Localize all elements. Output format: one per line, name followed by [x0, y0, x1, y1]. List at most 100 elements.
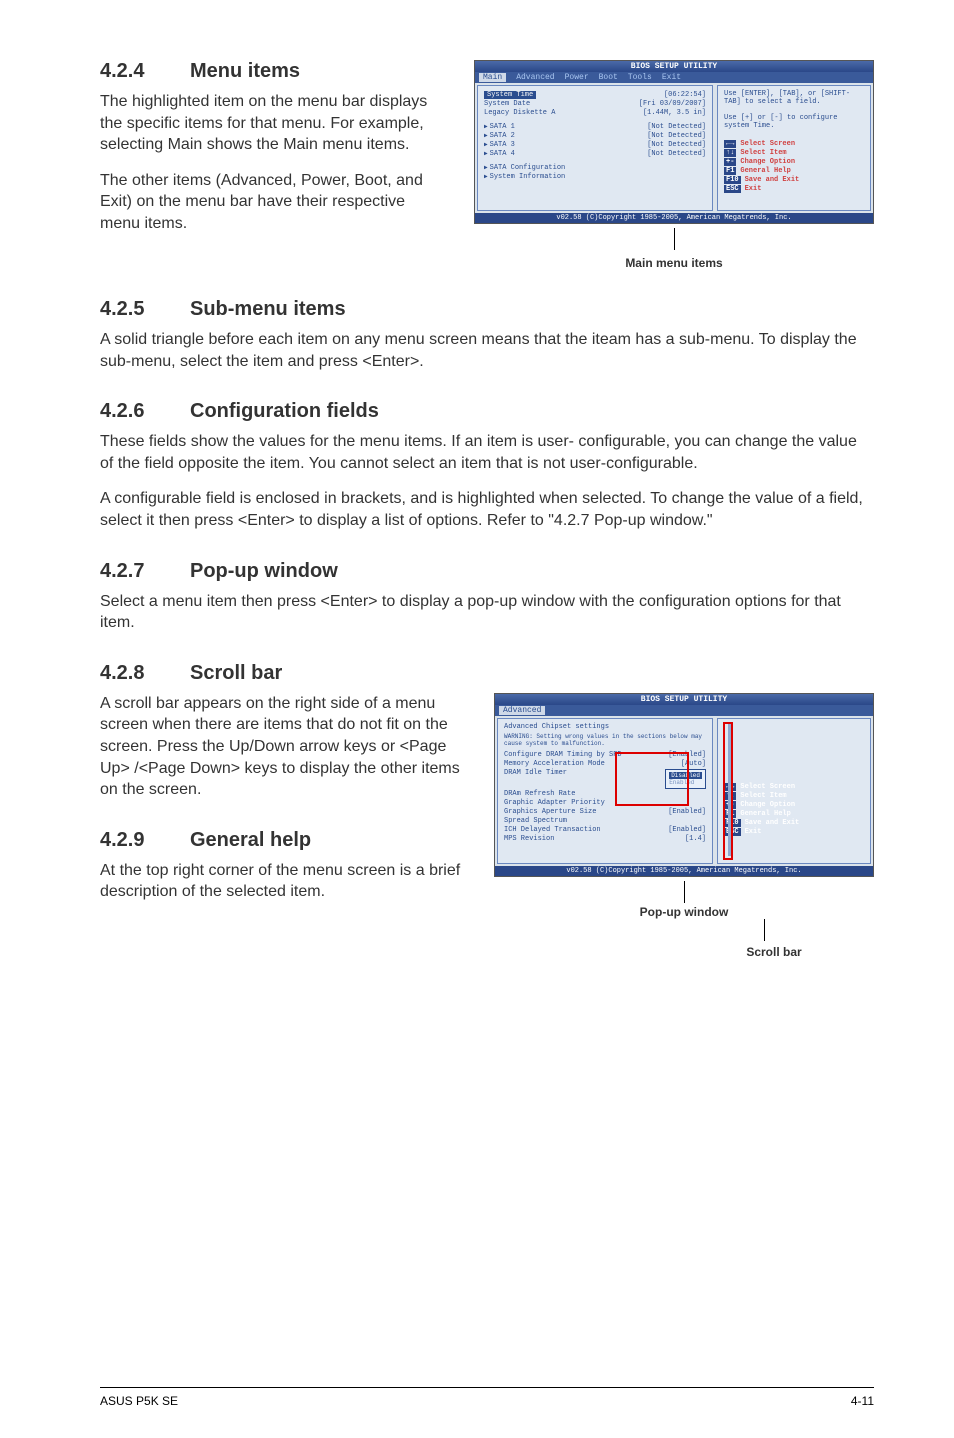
heading-text: General help — [190, 829, 311, 851]
bios-title: BIOS SETUP UTILITY — [495, 694, 873, 705]
callout-label: Main menu items — [474, 256, 874, 270]
heading-num: 4.2.7 — [100, 560, 190, 583]
nav-text: General Help — [740, 810, 790, 818]
heading-num: 4.2.9 — [100, 829, 190, 852]
bios-screenshot-main: BIOS SETUP UTILITY Main Advanced Power B… — [474, 60, 874, 224]
heading-num: 4.2.4 — [100, 60, 190, 83]
heading-text: Sub-menu items — [190, 298, 346, 320]
bios-key: System Time — [484, 91, 536, 99]
bios-key: SATA 1 — [484, 123, 515, 131]
bios-main-panel: Advanced Chipset settings WARNING: Setti… — [497, 718, 713, 864]
bios-key: SATA Configuration — [484, 164, 565, 172]
bios-key: Graphic Adapter Priority — [504, 799, 605, 807]
bios-key: Memory Acceleration Mode — [504, 760, 605, 768]
heading-425: 4.2.5Sub-menu items — [100, 298, 874, 321]
bios-nav-keys: ←→Select Screen ↑↓Select Item +-Change O… — [724, 783, 864, 838]
bios-help-panel: ←→Select Screen ↑↓Select Item +-Change O… — [717, 718, 871, 864]
heading-num: 4.2.6 — [100, 400, 190, 423]
bios-main-panel: System Time[06:22:54] System Date[Fri 03… — [477, 85, 713, 211]
para: The highlighted item on the menu bar dis… — [100, 91, 440, 156]
heading-num: 4.2.8 — [100, 662, 190, 685]
heading-429: 4.2.9General help — [100, 829, 470, 852]
bios-key: DRAm Refresh Rate — [504, 790, 575, 798]
heading-text: Menu items — [190, 60, 300, 82]
bios-scrollbar — [728, 722, 732, 856]
nav-key: ESC — [724, 828, 741, 836]
bios-screenshot-advanced: BIOS SETUP UTILITY Advanced Advanced Chi… — [494, 693, 874, 877]
nav-text: Exit — [745, 828, 762, 836]
bios-key: SATA 4 — [484, 150, 515, 158]
bios-tab: Power — [565, 73, 589, 82]
bios-val: [Not Detected] — [647, 150, 706, 158]
nav-key: +- — [724, 158, 736, 166]
callout-label: Pop-up window — [494, 905, 874, 919]
callout-label: Scroll bar — [584, 945, 874, 959]
callout-line — [764, 919, 874, 941]
para: The other items (Advanced, Power, Boot, … — [100, 170, 440, 235]
bios-val: [Enabled] — [668, 751, 706, 759]
bios-val: [06:22:54] — [664, 91, 706, 99]
callout-line — [674, 228, 675, 250]
bios-tab: Advanced — [499, 706, 545, 715]
bios-key: SATA 2 — [484, 132, 515, 140]
bios-val: [Not Detected] — [647, 141, 706, 149]
bios-key: MPS Revision — [504, 835, 554, 843]
nav-text: Save and Exit — [745, 176, 800, 184]
bios-key: SATA 3 — [484, 141, 515, 149]
bios-val: [Enabled] — [668, 826, 706, 834]
bios-tab: Tools — [628, 73, 652, 82]
para: A solid triangle before each item on any… — [100, 329, 874, 372]
bios-footer: v02.58 (C)Copyright 1985-2005, American … — [475, 213, 873, 223]
heading-text: Configuration fields — [190, 400, 379, 422]
nav-text: Select Screen — [740, 140, 795, 148]
bios-section-header: Advanced Chipset settings — [504, 723, 706, 731]
bios-key: Spread Spectrum — [504, 817, 567, 825]
bios-nav-keys: ←→Select Screen ↑↓Select Item +-Change O… — [724, 140, 864, 195]
nav-key: F1 — [724, 167, 736, 175]
bios-key: System Information — [484, 173, 565, 181]
nav-text: Select Screen — [740, 783, 795, 791]
nav-key: ESC — [724, 185, 741, 193]
heading-text: Scroll bar — [190, 662, 282, 684]
nav-key: ↑↓ — [724, 149, 736, 157]
nav-text: Select Item — [740, 792, 786, 800]
bios-val: [1.44M, 3.5 in] — [643, 109, 706, 117]
bios-warning: WARNING: Setting wrong values in the sec… — [504, 733, 706, 747]
bios-help-panel: Use [ENTER], [TAB], or [SHIFT-TAB] to se… — [717, 85, 871, 211]
bios-help-text: Use [ENTER], [TAB], or [SHIFT-TAB] to se… — [724, 90, 864, 106]
nav-text: General Help — [740, 167, 790, 175]
heading-num: 4.2.5 — [100, 298, 190, 321]
bios-footer: v02.58 (C)Copyright 1985-2005, American … — [495, 866, 873, 876]
nav-key: F10 — [724, 819, 741, 827]
nav-text: Save and Exit — [745, 819, 800, 827]
footer-right: 4-11 — [851, 1394, 874, 1408]
bios-popup: Disabled Enabled — [665, 769, 706, 789]
bios-val: [Not Detected] — [647, 123, 706, 131]
heading-426: 4.2.6Configuration fields — [100, 400, 874, 423]
nav-text: Select Item — [740, 149, 786, 157]
para: These fields show the values for the men… — [100, 431, 874, 474]
heading-text: Pop-up window — [190, 560, 338, 582]
bios-tab: Exit — [662, 73, 681, 82]
bios-tab: Boot — [599, 73, 618, 82]
heading-428: 4.2.8Scroll bar — [100, 662, 874, 685]
popup-option: Enabled — [669, 779, 702, 786]
heading-424: 4.2.4Menu items — [100, 60, 440, 83]
bios-key: ICH Delayed Transaction — [504, 826, 601, 834]
bios-help-text: Use [+] or [-] to configure system Time. — [724, 114, 864, 130]
para: Select a menu item then press <Enter> to… — [100, 591, 874, 634]
popup-option: Disabled — [669, 772, 702, 779]
bios-tab: Advanced — [516, 73, 554, 82]
page-footer: ASUS P5K SE 4-11 — [100, 1387, 874, 1408]
callout-line — [684, 881, 685, 903]
para: A scroll bar appears on the right side o… — [100, 693, 470, 801]
bios-val: [Not Detected] — [647, 132, 706, 140]
bios-key: DRAM Idle Timer — [504, 769, 567, 789]
bios-tabs: Advanced — [495, 705, 873, 716]
nav-text: Exit — [745, 185, 762, 193]
bios-key: Legacy Diskette A — [484, 109, 555, 117]
nav-text: Change Option — [740, 158, 795, 166]
bios-title: BIOS SETUP UTILITY — [475, 61, 873, 72]
bios-val: [Auto] — [681, 760, 706, 768]
bios-key: System Date — [484, 100, 530, 108]
